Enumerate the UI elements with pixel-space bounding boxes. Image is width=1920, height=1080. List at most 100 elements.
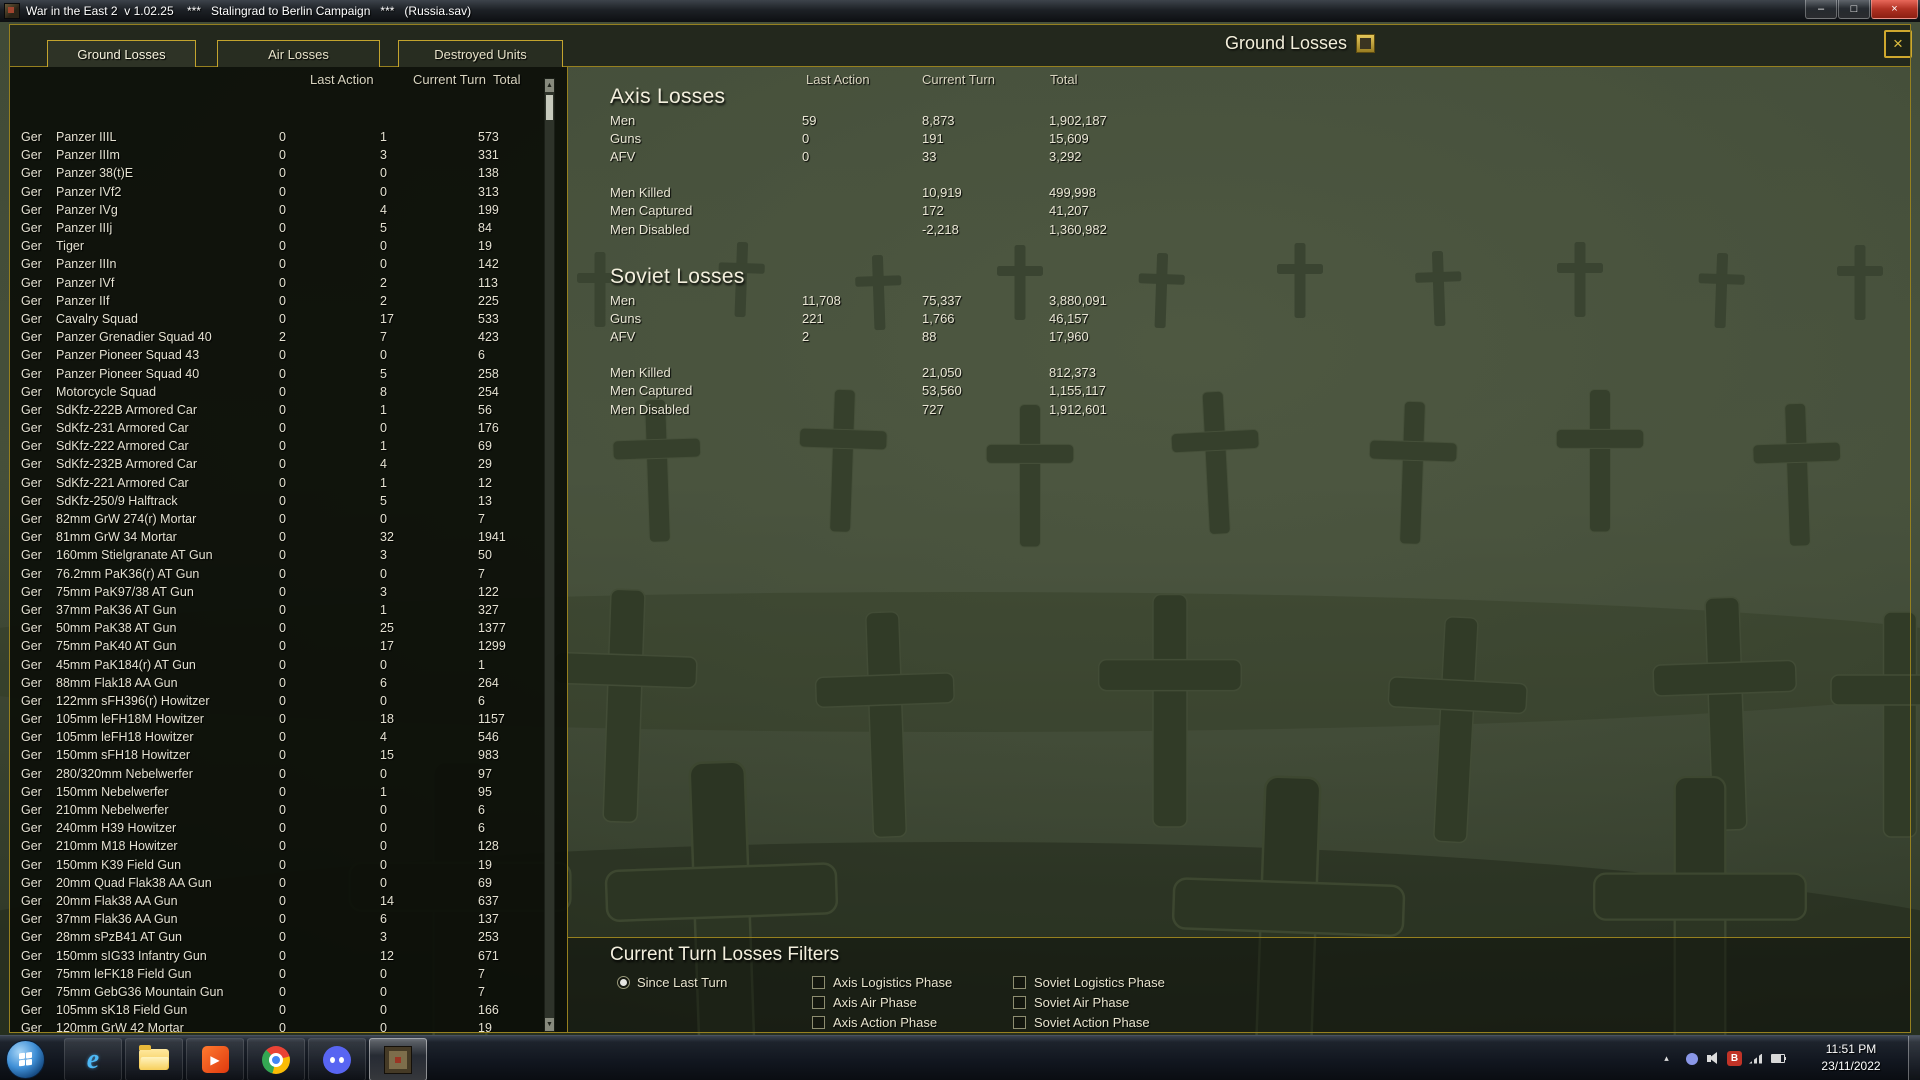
unit-row: Ger 280/320mm Nebelwerfer 0 0 97 [10, 765, 543, 783]
unit-last-action: 0 [279, 875, 286, 890]
unit-total: 6 [478, 693, 485, 708]
scroll-down-icon[interactable]: ▼ [545, 1018, 554, 1031]
unit-total: 533 [478, 311, 499, 326]
file-explorer-icon [139, 1045, 169, 1070]
unit-name: Panzer IIIL [56, 130, 117, 145]
tray-language-icon[interactable]: B [1727, 1051, 1742, 1066]
unit-nation: Ger [21, 930, 42, 945]
close-button[interactable]: × [1871, 0, 1918, 19]
unit-row: Ger 210mm Nebelwerfer 0 0 6 [10, 801, 543, 819]
section-axis-losses: Axis Losses Men 59 8,873 1,902,187 Guns 0 191 15… [610, 86, 1310, 238]
stat-total: 15,609 [1049, 131, 1089, 147]
unit-row: Ger 37mm PaK36 AT Gun 0 1 327 [10, 601, 543, 619]
unit-row: Ger 210mm M18 Howitzer 0 0 128 [10, 837, 543, 855]
unit-current-turn: 1 [380, 439, 387, 454]
tab-destroyed-units[interactable]: Destroyed Units [398, 40, 563, 67]
unit-total: 137 [478, 912, 499, 927]
stat-current-turn: 88 [922, 329, 937, 345]
taskbar-clock[interactable]: 11:51 PM 23/11/2022 [1804, 1041, 1898, 1075]
checkbox-soviet-action-phase[interactable]: Soviet Action Phase [1013, 1015, 1150, 1030]
unit-last-action: 0 [279, 602, 286, 617]
unit-name: Panzer IIIn [56, 257, 117, 272]
unit-total: 128 [478, 839, 499, 854]
checkbox-soviet-air-phase[interactable]: Soviet Air Phase [1013, 995, 1129, 1010]
unit-total: 7 [478, 966, 485, 981]
unit-list-scrollbar[interactable]: ▲ ▼ [544, 78, 555, 1032]
unit-row: Ger Panzer IVf 0 2 113 [10, 274, 543, 292]
stat-label: Men [610, 292, 636, 308]
checkbox-axis-air-phase[interactable]: Axis Air Phase [812, 995, 917, 1010]
unit-name: 210mm Nebelwerfer [56, 803, 169, 818]
unit-name: 122mm sFH396(r) Howitzer [56, 693, 210, 708]
checkbox-label: Axis Air Phase [833, 995, 917, 1010]
unit-current-turn: 1 [380, 402, 387, 417]
stat-label: Men Killed [610, 364, 671, 380]
unit-total: 327 [478, 602, 499, 617]
hidden-icons-icon[interactable]: ▴ [1658, 1050, 1675, 1067]
minimize-icon: – [1817, 3, 1825, 15]
unit-nation: Ger [21, 512, 42, 527]
stat-total: 1,360,982 [1049, 221, 1107, 237]
discord-icon [323, 1045, 351, 1074]
checkbox-soviet-logistics-phase[interactable]: Soviet Logistics Phase [1013, 975, 1165, 990]
scrollbar-thumb[interactable] [546, 95, 553, 120]
unit-nation: Ger [21, 657, 42, 672]
section-soviet-losses: Soviet Losses Men 11,708 75,337 3,880,091 Gun… [610, 266, 1310, 418]
unit-last-action: 0 [279, 348, 286, 363]
unit-last-action: 0 [279, 948, 286, 963]
checkbox-axis-logistics-phase[interactable]: Axis Logistics Phase [812, 975, 952, 990]
tray-volume-icon[interactable] [1705, 1050, 1722, 1067]
wite2-game-button[interactable] [369, 1038, 427, 1080]
unit-nation: Ger [21, 202, 42, 217]
media-player-button[interactable]: ▶ [186, 1038, 244, 1080]
checkbox-label: Axis Action Phase [833, 1015, 938, 1030]
unit-last-action: 0 [279, 766, 286, 781]
start-button[interactable] [6, 1040, 45, 1079]
tray-network-icon[interactable] [1747, 1050, 1764, 1067]
unit-total: 253 [478, 930, 499, 945]
unit-total: 1299 [478, 639, 506, 654]
scroll-up-icon[interactable]: ▲ [545, 79, 554, 92]
unit-nation: Ger [21, 748, 42, 763]
unit-current-turn: 5 [380, 366, 387, 381]
unit-current-turn: 15 [380, 748, 394, 763]
unit-current-turn: 2 [380, 275, 387, 290]
unit-total: 1941 [478, 530, 506, 545]
unit-current-turn: 0 [380, 348, 387, 363]
unit-total: 1157 [478, 712, 505, 727]
unit-last-action: 0 [279, 457, 286, 472]
unit-name: SdKfz-232B Armored Car [56, 457, 198, 472]
unit-current-turn: 1 [380, 784, 387, 799]
unit-current-turn: 6 [380, 675, 387, 690]
unit-current-turn: 0 [380, 839, 387, 854]
file-explorer-button[interactable] [125, 1038, 183, 1080]
unit-nation: Ger [21, 548, 42, 563]
tray-battery-icon[interactable] [1769, 1050, 1786, 1067]
checkbox-axis-action-phase[interactable]: Axis Action Phase [812, 1015, 937, 1030]
unit-list: Ger Panzer IIIL 0 1 573 Ger Panzer IIIm 0 3 331 Ge… [10, 128, 543, 1032]
stat-row: Men 11,708 75,337 3,880,091 [610, 291, 1310, 309]
chrome-button[interactable] [247, 1038, 305, 1080]
internet-explorer-button[interactable]: e [64, 1038, 122, 1080]
tab-air-losses[interactable]: Air Losses [217, 40, 380, 67]
unit-last-action: 0 [279, 239, 286, 254]
stat-total: 1,912,601 [1049, 401, 1107, 417]
show-desktop-button[interactable] [1908, 1036, 1920, 1080]
unit-current-turn: 3 [380, 930, 387, 945]
tray-discord-icon[interactable] [1683, 1050, 1700, 1067]
tab-ground-losses[interactable]: Ground Losses [47, 40, 196, 67]
unit-last-action: 0 [279, 712, 286, 727]
radio-since-last-turn[interactable]: Since Last Turn [617, 975, 727, 990]
unit-name: Motorcycle Squad [56, 384, 157, 399]
unit-last-action: 0 [279, 930, 286, 945]
discord-button[interactable] [308, 1038, 366, 1080]
maximize-button[interactable]: □ [1838, 0, 1870, 19]
unit-last-action: 0 [279, 566, 286, 581]
stat-label: Men Killed [610, 184, 671, 200]
unit-total: 313 [478, 184, 499, 199]
minimize-button[interactable]: – [1805, 0, 1837, 19]
close-screen-button[interactable]: × [1884, 30, 1912, 58]
unit-name: Panzer IVf2 [56, 184, 122, 199]
unit-nation: Ger [21, 693, 42, 708]
unit-last-action: 0 [279, 893, 286, 908]
